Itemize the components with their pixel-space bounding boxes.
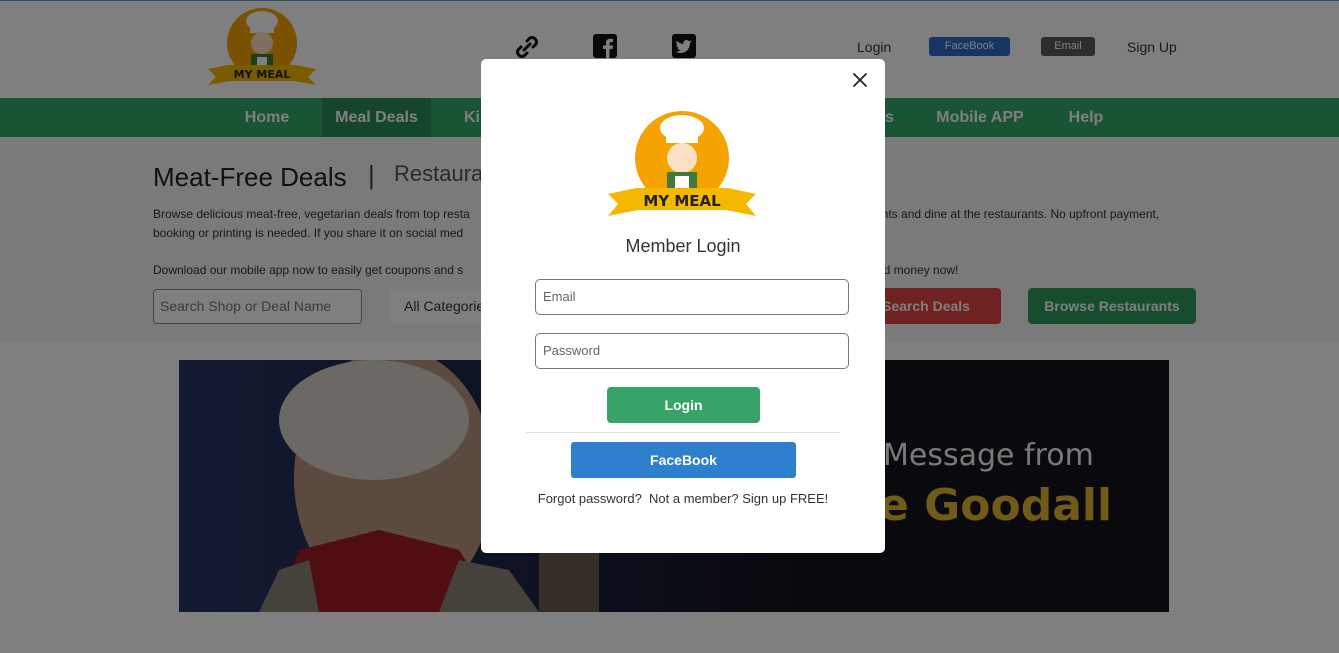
close-icon[interactable] [849,69,871,91]
forgot-password-link[interactable]: Forgot password? [538,491,642,506]
my-meal-logo: MY MEAL [608,111,756,216]
modal-title: Member Login [625,236,741,256]
divider [526,432,840,433]
signup-link[interactable]: Not a member? Sign up FREE! [649,491,828,506]
login-button[interactable]: Login [607,387,760,423]
email-field[interactable]: Email [535,279,849,315]
modal-footer-links: Forgot password? Not a member? Sign up F… [481,491,885,506]
svg-text:MY MEAL: MY MEAL [643,192,721,210]
login-modal: MY MEAL Member Login Email Password Logi… [481,59,885,553]
facebook-login-button[interactable]: FaceBook [571,442,796,478]
password-field[interactable]: Password [535,333,849,369]
